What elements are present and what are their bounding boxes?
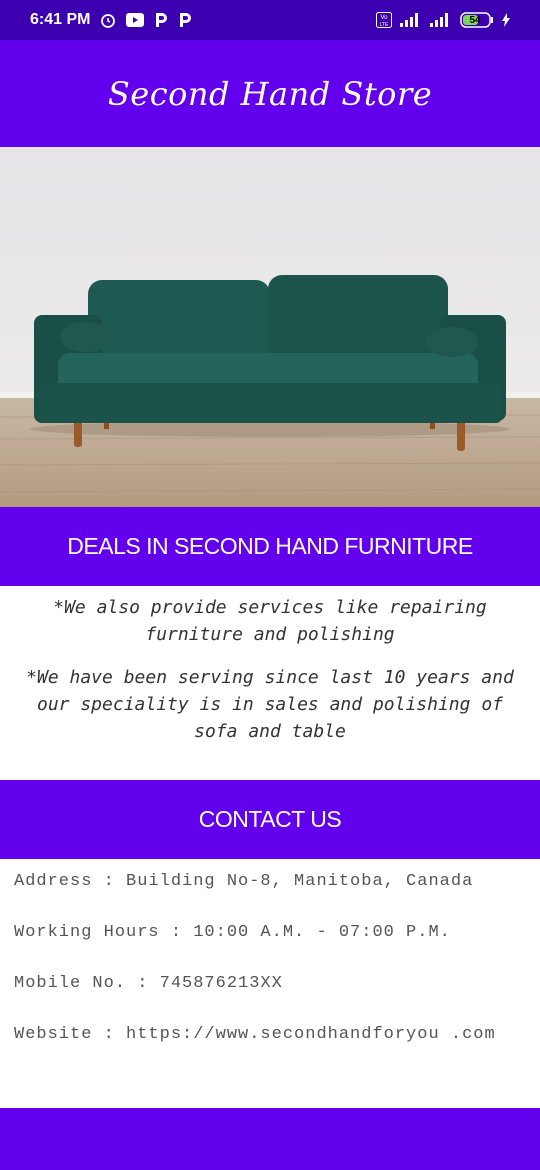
page-title: Second Hand Store [107,74,433,113]
contact-mobile[interactable]: Mobile No. : 745876213XX [14,972,524,995]
signal-icon-2 [430,13,452,27]
battery-level: 54 [469,14,481,26]
svg-text:Vo: Vo [380,15,388,21]
status-left: 6:41 PM [30,11,192,29]
status-time: 6:41 PM [30,11,91,28]
deals-banner: DEALS IN SECOND HAND FURNITURE [0,507,540,586]
deals-text: DEALS IN SECOND HAND FURNITURE [67,533,473,559]
experience-line: *We have been serving since last 10 year… [26,667,514,742]
sofa-image [0,147,540,507]
youtube-icon [126,13,145,27]
svg-text:LTE: LTE [380,22,389,28]
status-bar: 6:41 PM Vo LTE 54 [0,0,540,40]
contact-details: Address : Building No-8, Manitoba, Canad… [14,870,524,1074]
contact-heading: CONTACT US [198,806,342,832]
volte-icon: Vo LTE [376,12,392,28]
signal-icon [400,13,422,27]
status-right: Vo LTE 54 [376,12,510,28]
contact-heading-banner: CONTACT US [0,780,540,859]
app-header: Second Hand Store [0,40,540,147]
contact-website[interactable]: Website : https://www.secondhandforyou .… [14,1023,524,1046]
contact-hours: Working Hours : 10:00 A.M. - 07:00 P.M. [14,923,451,942]
services-line: *We also provide services like repairing… [53,597,487,645]
services-info: *We also provide services like repairing… [0,586,540,780]
footer-bar [0,1108,540,1170]
battery-icon: 54 [460,12,494,28]
contact-address: Address : Building No-8, Manitoba, Canad… [14,872,474,891]
p-app-icon [154,12,168,28]
p-app-icon-2 [178,12,192,28]
charging-icon [502,13,510,27]
alarm-icon [100,12,116,28]
